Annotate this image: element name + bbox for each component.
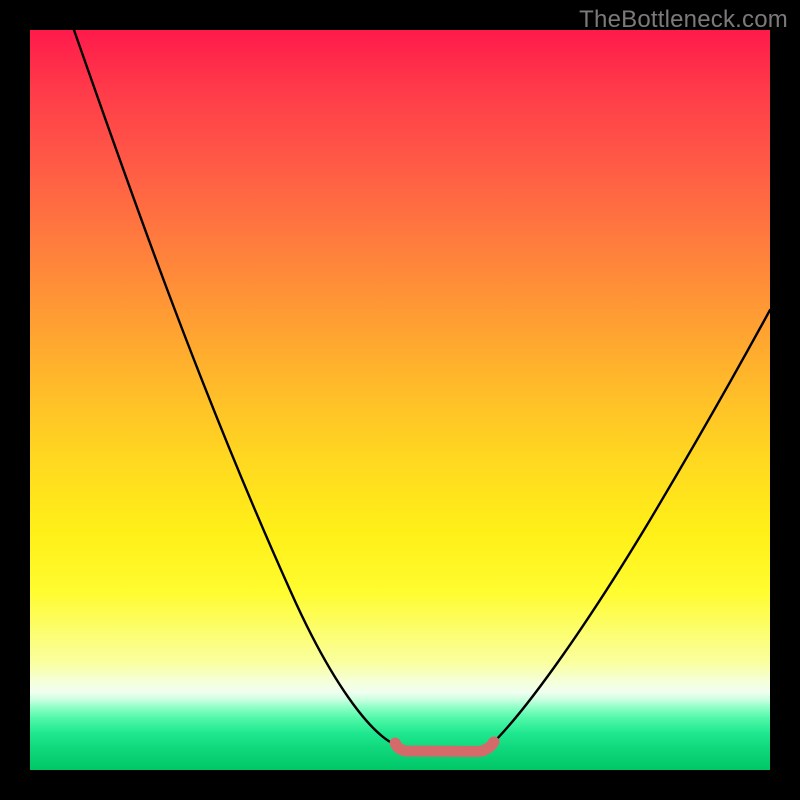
- plot-area: [30, 30, 770, 770]
- chart-frame: TheBottleneck.com: [0, 0, 800, 800]
- optimal-marker-dot-left: [391, 738, 401, 748]
- watermark-text: TheBottleneck.com: [579, 6, 788, 34]
- optimal-region-marker: [395, 742, 494, 752]
- optimal-marker-dot-right: [488, 737, 498, 747]
- curve-layer: [30, 30, 770, 770]
- bottleneck-curve: [74, 30, 770, 751]
